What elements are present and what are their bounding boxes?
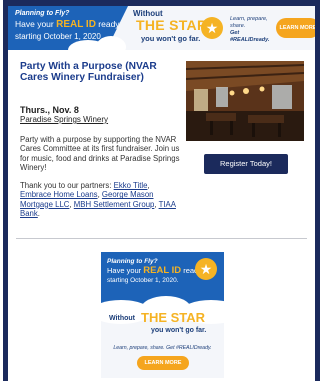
- square-ad-learn-more-button[interactable]: LEARN MORE: [137, 356, 189, 370]
- partner-link-mbh-settlement-group[interactable]: MBH Settlement Group: [74, 200, 155, 209]
- partner-link-ekko-title[interactable]: Ekko Title: [114, 181, 148, 190]
- square-ad-the-star: THE STAR: [141, 310, 206, 325]
- event-venue-link[interactable]: Paradise Springs Winery: [20, 115, 108, 124]
- banner-the-star: THE STAR: [136, 17, 208, 33]
- email-content-card: Planning to Fly? Have your REAL ID ready…: [8, 6, 315, 381]
- email-frame: Planning to Fly? Have your REAL ID ready…: [3, 0, 320, 381]
- partner-separator: ,: [147, 181, 150, 190]
- square-ad-subhead: Have your REAL ID ready: [107, 265, 202, 276]
- square-ad-real-id: REAL ID: [143, 265, 182, 276]
- partner-separator: .: [37, 209, 40, 219]
- event-description: Party with a purpose by supporting the N…: [20, 135, 180, 173]
- banner-subhead-suffix: ready: [95, 19, 120, 29]
- event-partners: Thank you to our partners: Ekko Title, E…: [20, 181, 180, 219]
- banner-learn-prefix: Learn, prepare, share.: [230, 16, 268, 29]
- real-id-square-ad[interactable]: Planning to Fly? Have your REAL ID ready…: [101, 252, 224, 378]
- square-ad-wont-go: you won't go far.: [151, 327, 207, 334]
- banner-learn-text: Learn, prepare, share. Get #REALIDready.: [230, 16, 276, 44]
- square-ad-without: Without: [109, 315, 135, 322]
- square-ad-learn-text: Learn, prepare, share. Get #REALIDready.: [113, 345, 212, 351]
- winery-interior-photo[interactable]: [186, 61, 304, 141]
- square-ad-date-line: starting October 1, 2020.: [107, 277, 179, 284]
- banner-real-id: REAL ID: [56, 19, 96, 30]
- partner-link-embrace-home-loans[interactable]: Embrace Home Loans: [20, 190, 98, 199]
- register-today-button[interactable]: Register Today!: [204, 154, 288, 174]
- banner-wont-go: you won't go far.: [141, 34, 201, 43]
- banner-subhead-prefix: Have your: [15, 19, 57, 29]
- real-id-banner-ad[interactable]: Planning to Fly? Have your REAL ID ready…: [8, 6, 315, 50]
- partners-intro: Thank you to our partners:: [20, 181, 114, 190]
- square-ad-headline: Planning to Fly?: [107, 258, 158, 265]
- section-divider: [16, 238, 307, 239]
- event-date: Thurs., Nov. 8: [20, 105, 79, 115]
- banner-date-line: starting October 1, 2020.: [15, 32, 104, 41]
- star-icon: ★: [195, 258, 217, 280]
- banner-subhead: Have your REAL ID ready: [15, 19, 120, 30]
- banner-learn-more-button[interactable]: LEARN MORE: [276, 18, 315, 38]
- square-ad-subhead-prefix: Have your: [107, 266, 144, 275]
- banner-learn-tag: Get #REALIDready.: [230, 30, 270, 43]
- winery-photo-illustration: [186, 61, 304, 141]
- star-icon: ★: [201, 17, 223, 39]
- event-title[interactable]: Party With a Purpose (NVAR Cares Winery …: [20, 61, 170, 83]
- banner-headline: Planning to Fly?: [15, 10, 70, 17]
